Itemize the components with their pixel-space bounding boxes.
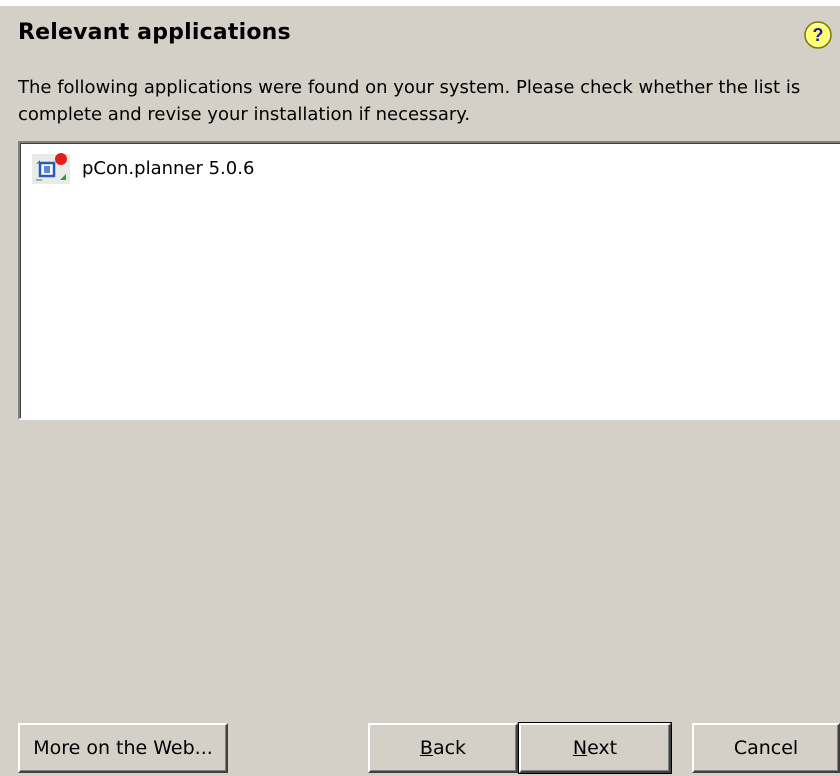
wizard-page: Relevant applications ? The following ap… xyxy=(0,0,840,776)
next-button[interactable]: Next xyxy=(518,722,672,774)
page-title: Relevant applications xyxy=(18,20,291,45)
next-mnemonic: N xyxy=(572,737,588,759)
svg-text:?: ? xyxy=(813,25,824,45)
header-separator xyxy=(0,0,840,6)
help-icon[interactable]: ? xyxy=(803,20,833,50)
more-on-the-web-label: More on the Web... xyxy=(33,737,213,759)
list-item[interactable]: pCon.planner 5.0.6 xyxy=(30,150,254,186)
next-label: ext xyxy=(587,737,618,759)
applications-list[interactable]: pCon.planner 5.0.6 xyxy=(18,141,840,420)
back-label: ack xyxy=(432,737,467,759)
page-description: The following applications were found on… xyxy=(18,77,801,125)
cancel-label: Cancel xyxy=(733,737,799,759)
back-button[interactable]: Back xyxy=(368,723,518,773)
more-on-the-web-button[interactable]: More on the Web... xyxy=(18,723,228,773)
back-mnemonic: B xyxy=(419,737,433,759)
application-name: pCon.planner 5.0.6 xyxy=(82,157,255,179)
pcon-planner-icon xyxy=(32,153,70,184)
cancel-button[interactable]: Cancel xyxy=(692,723,840,773)
